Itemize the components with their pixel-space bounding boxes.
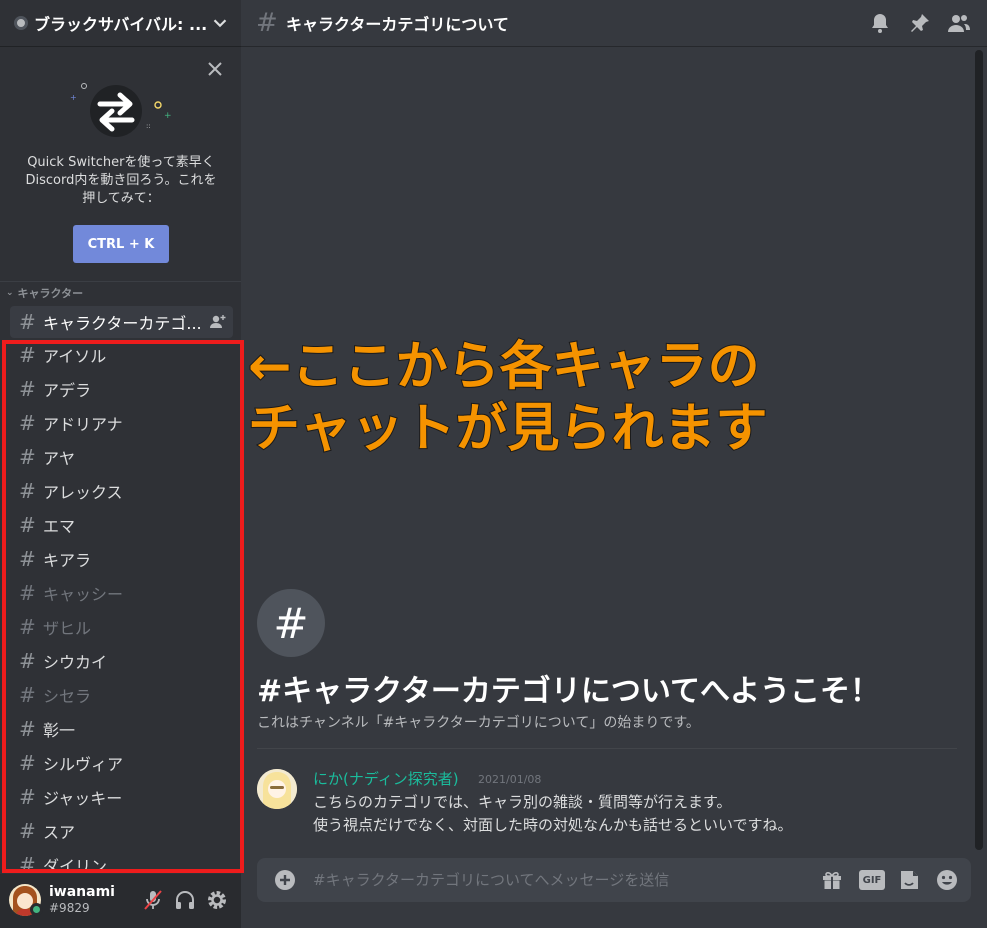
user-tag: #9829: [49, 901, 90, 915]
members-icon[interactable]: [947, 11, 971, 35]
quick-switcher-line: 押してみて：: [82, 191, 160, 206]
status-indicator: [30, 903, 43, 916]
server-icon: [14, 16, 28, 30]
gear-icon[interactable]: [205, 888, 229, 912]
channel-title: キャラクターカテゴリについて: [286, 15, 509, 34]
divider: [257, 748, 957, 749]
chevron-down-icon[interactable]: [209, 12, 231, 34]
close-icon[interactable]: [206, 60, 224, 78]
annotation-overlay: ←ここから各キャラの チャットが見られます: [247, 336, 768, 460]
server-name: ブラックサバイバル: ...: [34, 15, 208, 34]
hash-icon: #: [257, 589, 325, 657]
welcome-subtitle: これはチャンネル「#キャラクターカテゴリについて」の始まりです。: [257, 715, 700, 731]
message-text: こちらのカテゴリでは、キャラ別の雑談・質問等が行えます。: [313, 793, 732, 811]
gif-icon[interactable]: GIF: [859, 870, 885, 890]
message-text: 使う視点だけでなく、対面した時の対処なんかも話せるといいですね。: [313, 816, 793, 834]
add-member-icon[interactable]: [209, 313, 227, 331]
hash-icon: #: [19, 310, 36, 334]
quick-switcher-line: Discord内を動き回ろう。これを: [25, 173, 217, 188]
gift-icon[interactable]: [820, 868, 844, 892]
bell-icon[interactable]: [868, 11, 892, 35]
svg-text:+: +: [70, 93, 77, 102]
channel-name: キャラクターカテゴ...: [43, 314, 202, 333]
welcome-title: #キャラクターカテゴリについてへようこそ！: [257, 674, 881, 709]
category-label: キャラクター: [17, 287, 84, 300]
chevron-down-icon: ⌄: [6, 288, 14, 298]
message-avatar[interactable]: [257, 769, 297, 809]
server-header[interactable]: ブラックサバイバル: ...: [0, 0, 241, 47]
channel-item-active[interactable]: # キャラクターカテゴ...: [10, 306, 233, 338]
headset-icon[interactable]: [173, 888, 197, 912]
message-timestamp: 2021/01/08: [478, 773, 542, 786]
quick-switcher-button[interactable]: CTRL + K: [73, 225, 169, 263]
annotation-line: チャットが見られます: [247, 398, 768, 460]
quick-switcher-text: Quick Switcherを使って素早く Discord内を動き回ろう。これを…: [10, 154, 232, 208]
add-circle-icon[interactable]: [274, 869, 296, 891]
category-header[interactable]: ⌄ キャラクター: [6, 286, 83, 300]
emoji-icon[interactable]: [935, 868, 959, 892]
pin-icon[interactable]: [908, 11, 932, 35]
quick-switcher-line: Quick Switcherを使って素早く: [27, 155, 215, 170]
highlight-box: [2, 340, 244, 873]
sticker-icon[interactable]: [897, 868, 921, 892]
mute-mic-icon[interactable]: [141, 888, 165, 912]
scrollbar-thumb[interactable]: [975, 50, 983, 850]
quick-switcher-icon: + + ::: [70, 83, 172, 137]
svg-text:::: ::: [146, 122, 151, 130]
message-input[interactable]: [313, 869, 793, 891]
hash-icon: #: [256, 8, 278, 38]
annotation-line: ←ここから各キャラの: [247, 336, 761, 398]
svg-text:+: +: [164, 111, 172, 121]
quick-switcher-tip: + + :: Quick Switcherを使って素早く Discord内を動き…: [0, 48, 241, 282]
username: iwanami: [49, 884, 115, 900]
message-author[interactable]: にか(ナディン探究者): [313, 768, 459, 789]
